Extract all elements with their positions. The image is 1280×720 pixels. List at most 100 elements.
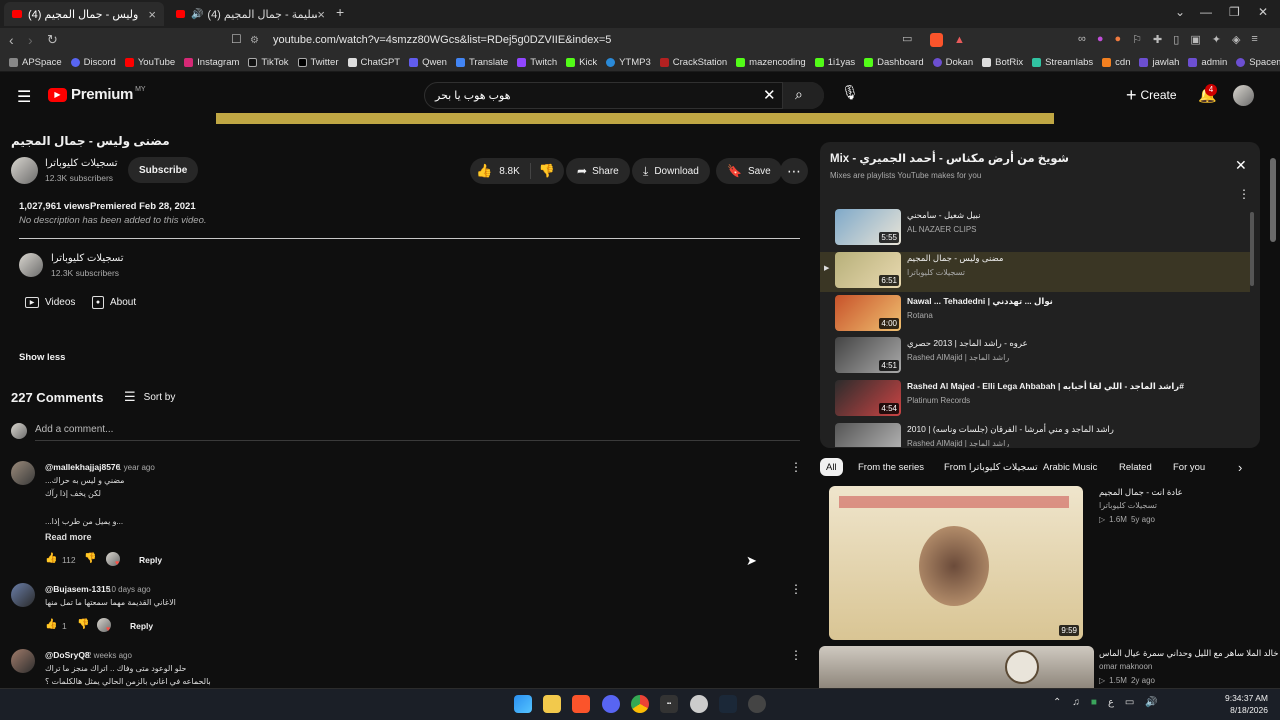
- bookmark-twitter[interactable]: Twitter: [297, 57, 339, 68]
- brave-browser-icon[interactable]: [572, 695, 590, 713]
- extension-icon[interactable]: ⚐: [1132, 33, 1142, 46]
- chevron-up-icon[interactable]: ⌃: [1053, 697, 1061, 708]
- comment-time[interactable]: 2 weeks ago: [87, 651, 132, 660]
- bookmark-admin[interactable]: admin: [1188, 57, 1227, 68]
- settings-icon[interactable]: [690, 695, 708, 713]
- playlist-scrollbar[interactable]: [1250, 212, 1254, 286]
- chip-from-the-series[interactable]: From the series: [852, 458, 930, 476]
- create-button[interactable]: + Create: [1126, 84, 1177, 106]
- recommended-channel[interactable]: omar maknoon: [1099, 662, 1152, 671]
- clear-search-icon[interactable]: ✕: [763, 86, 776, 104]
- bookmark-translate[interactable]: Translate: [455, 57, 508, 68]
- taskbar-date[interactable]: 8/18/2026: [1198, 705, 1268, 715]
- playlist-item[interactable]: 5:55 نبيل شعيل - سامحني AL NAZAER CLIPS: [820, 209, 1250, 250]
- bookmark-botrix[interactable]: BotRix: [982, 57, 1023, 68]
- bookmark-apspace[interactable]: APSpace: [9, 57, 62, 68]
- close-mix-icon[interactable]: ✕: [1235, 157, 1247, 174]
- comment-options-icon[interactable]: ⋮: [790, 460, 802, 474]
- comment-dislike-icon[interactable]: 👎: [77, 619, 89, 630]
- app-icon[interactable]: [748, 695, 766, 713]
- like-icon[interactable]: 👍: [476, 163, 492, 179]
- add-comment-input[interactable]: Add a comment...: [35, 424, 113, 435]
- dislike-icon[interactable]: 👎: [539, 163, 555, 179]
- search-input[interactable]: هوب هوب يا بحر: [435, 89, 511, 102]
- reload-icon[interactable]: ↻: [47, 32, 58, 48]
- new-tab-icon[interactable]: +: [336, 4, 344, 20]
- comment-like-icon[interactable]: 👍: [45, 553, 57, 564]
- bookmark-kick[interactable]: Kick: [566, 57, 597, 68]
- chevron-right-icon[interactable]: ›: [1238, 460, 1242, 475]
- comment-dislike-icon[interactable]: 👎: [84, 553, 96, 564]
- comment-options-icon[interactable]: ⋮: [790, 648, 802, 662]
- chrome-icon[interactable]: [631, 695, 649, 713]
- save-button[interactable]: 🔖 Save: [716, 158, 782, 184]
- speaker-icon[interactable]: 🔊: [191, 9, 203, 20]
- leo-icon[interactable]: ✦: [1212, 33, 1221, 46]
- tab-search-icon[interactable]: ⌄: [1175, 5, 1185, 19]
- playlist-item-current[interactable]: ▶ 6:51 مضنى وليس - جمال المجيم تسجيلات ك…: [820, 252, 1250, 292]
- monitor-icon[interactable]: ▭: [1125, 697, 1134, 708]
- reply-button[interactable]: Reply: [130, 621, 153, 631]
- sidebar-icon[interactable]: ▯: [1173, 33, 1179, 46]
- read-more-link[interactable]: Read more: [45, 532, 92, 542]
- bookmark-crackstation[interactable]: CrackStation: [659, 57, 727, 68]
- bookmark-discord[interactable]: Discord: [70, 57, 116, 68]
- bookmark-chatgpt[interactable]: ChatGPT: [347, 57, 400, 68]
- hamburger-menu-icon[interactable]: ☰: [17, 87, 31, 107]
- recommended-title[interactable]: عادة انت - جمال المجيم: [1099, 487, 1183, 498]
- search-box[interactable]: هوب هوب يا بحر ✕: [424, 82, 824, 109]
- sort-by-button[interactable]: ☰ Sort by: [124, 389, 175, 405]
- taskbar-time[interactable]: 9:34:37 AM: [1198, 693, 1268, 703]
- steam-icon[interactable]: [719, 695, 737, 713]
- bookmark-qwen[interactable]: Qwen: [409, 57, 447, 68]
- bookmark-dashboard[interactable]: Dashboard: [864, 57, 924, 68]
- chip-all[interactable]: All: [820, 458, 843, 476]
- bookmark-twitch[interactable]: Twitch: [517, 57, 557, 68]
- account-avatar[interactable]: [1233, 85, 1254, 106]
- bookmark-tiktok[interactable]: TikTok: [248, 57, 289, 68]
- maximize-icon[interactable]: ❐: [1229, 5, 1240, 19]
- vpn-icon[interactable]: ◈: [1232, 33, 1240, 46]
- channel-name[interactable]: تسجيلات كليوباترا: [45, 158, 118, 169]
- recommended-title[interactable]: خالد الملا ساهر مع الليل وحداني سمرة عيا…: [1099, 648, 1279, 659]
- comment-avatar[interactable]: [11, 583, 35, 607]
- menu-icon[interactable]: ≡: [1251, 33, 1257, 46]
- chip-from-channel[interactable]: From تسجيلات كليوباترا: [938, 458, 1044, 476]
- like-count[interactable]: 8.8K: [499, 166, 520, 177]
- comment-avatar[interactable]: [11, 649, 35, 673]
- bookmark-streamlabs[interactable]: Streamlabs: [1032, 57, 1093, 68]
- about-button[interactable]: ● About: [86, 292, 136, 313]
- more-actions-icon[interactable]: ⋯: [780, 158, 808, 184]
- brave-shield-icon[interactable]: [930, 33, 943, 47]
- close-tab-icon[interactable]: ×: [317, 7, 325, 22]
- close-tab-icon[interactable]: ×: [148, 7, 156, 22]
- show-less-button[interactable]: Show less: [19, 352, 65, 363]
- chip-related[interactable]: Related: [1113, 458, 1158, 476]
- bookmark-instagram[interactable]: Instagram: [184, 57, 239, 68]
- chip-for-you[interactable]: For you: [1167, 458, 1211, 476]
- bookmark-dokan[interactable]: Dokan: [932, 57, 973, 68]
- install-app-icon[interactable]: ▭: [902, 32, 912, 45]
- comment-options-icon[interactable]: ⋮: [790, 582, 802, 596]
- tab-second[interactable]: 🔊 (4) راحت سليمة - جمال المجيم ×: [168, 2, 333, 26]
- address-field[interactable]: ⚙ youtube.com/watch?v=4smzz80WGcs&list=R…: [250, 30, 972, 50]
- channel-card-avatar[interactable]: [19, 253, 43, 277]
- bookmark-page-icon[interactable]: ☐: [231, 32, 242, 46]
- comment-author[interactable]: @Bujasem-1315: [45, 584, 110, 594]
- subscribe-button[interactable]: Subscribe: [128, 157, 199, 183]
- close-window-icon[interactable]: ✕: [1258, 5, 1268, 19]
- bookmark-cdn[interactable]: cdn: [1102, 57, 1130, 68]
- tray-app-icon[interactable]: ■: [1091, 697, 1097, 708]
- bookmark-ytmp3[interactable]: YTMP3: [606, 57, 651, 68]
- comment-author[interactable]: @DoSryQ8: [45, 650, 90, 660]
- youtube-logo[interactable]: ▶ Premium MY: [48, 86, 146, 103]
- discord-icon[interactable]: [602, 695, 620, 713]
- extension-icon[interactable]: ●: [1115, 33, 1122, 46]
- comment-like-icon[interactable]: 👍: [45, 619, 57, 630]
- playlist-item[interactable]: 4:51 عروه - راشد الماجد | 2013 حصري Rash…: [820, 337, 1250, 378]
- comment-time[interactable]: 1 year ago: [117, 463, 155, 472]
- back-icon[interactable]: ‹: [9, 32, 14, 48]
- bookmark-1i1yas[interactable]: 1i1yas: [814, 57, 855, 68]
- voice-search-icon[interactable]: 🎙: [840, 84, 860, 106]
- share-button[interactable]: ➦ Share: [566, 158, 630, 184]
